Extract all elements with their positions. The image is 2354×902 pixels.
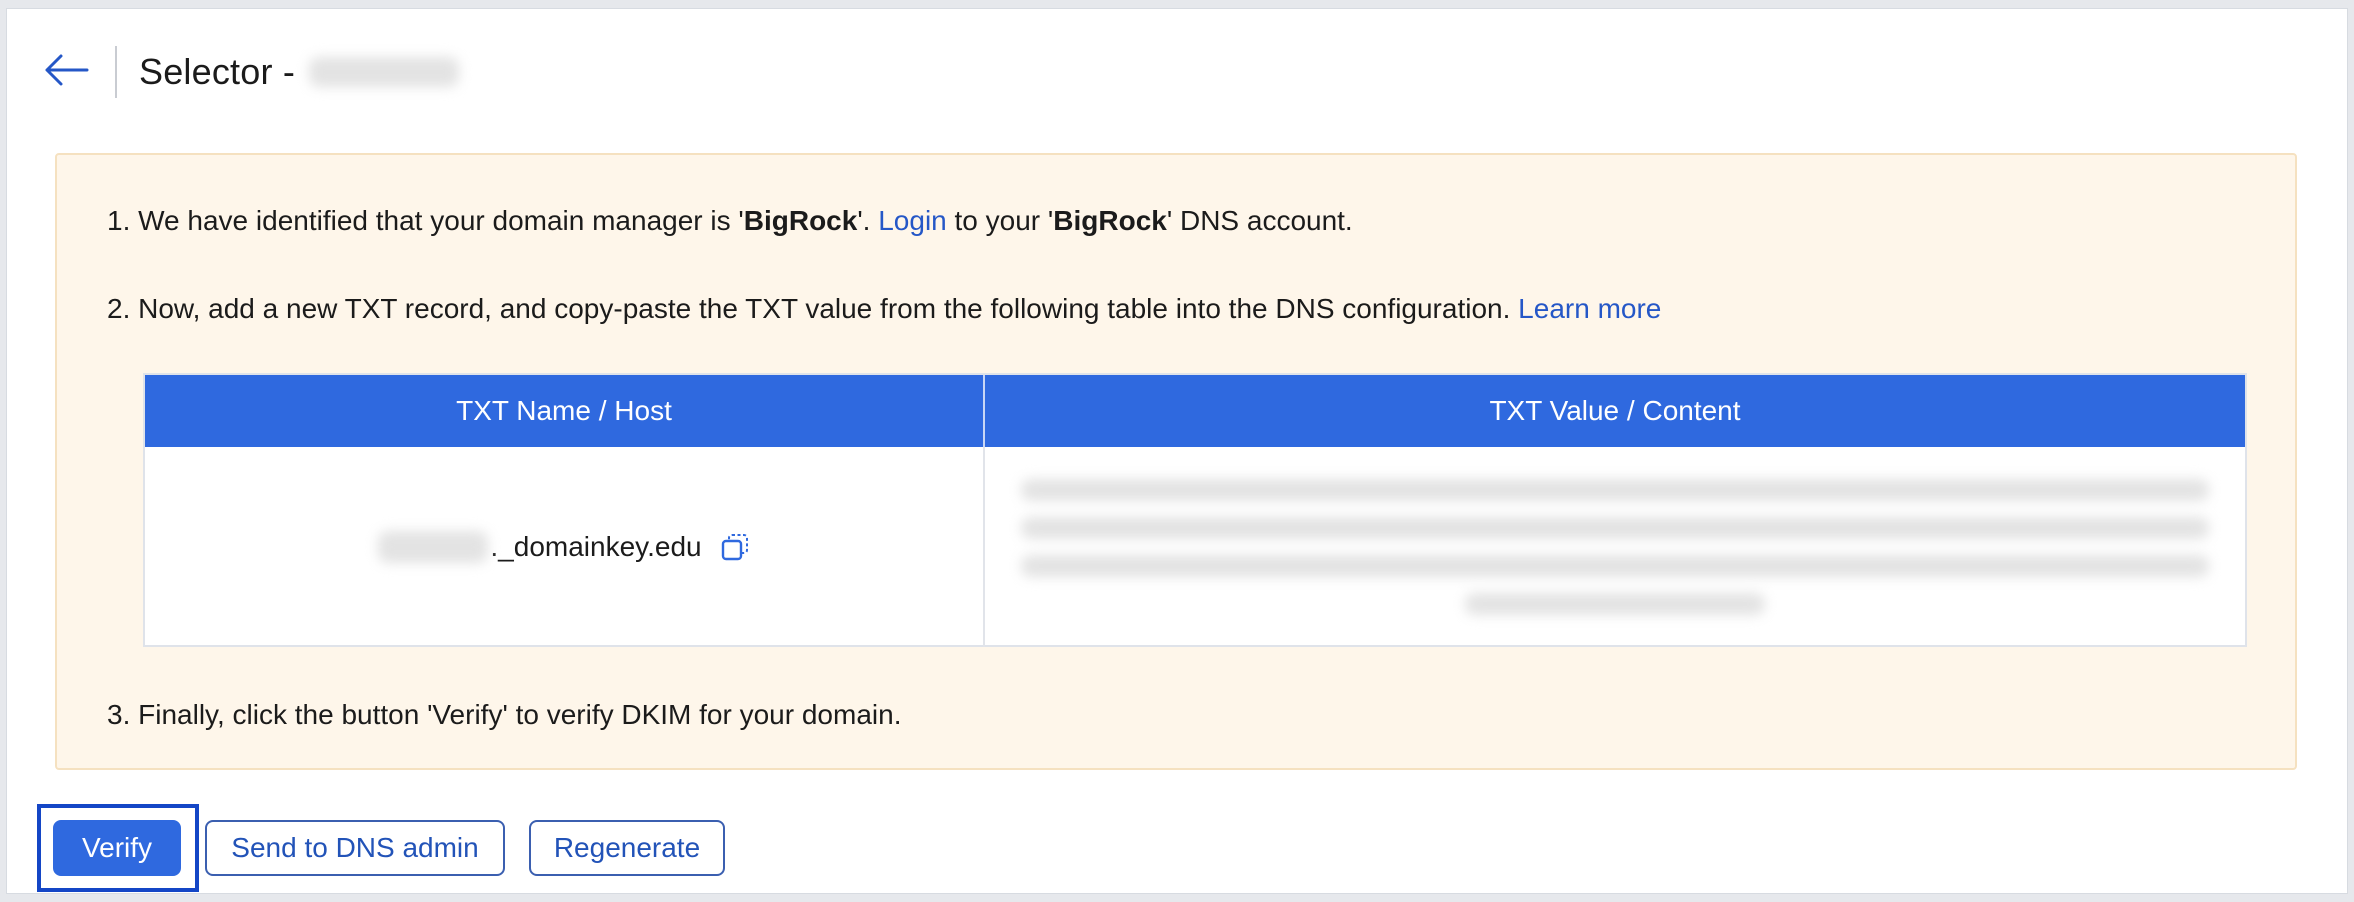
step1-suffix: ' DNS account. <box>1166 205 1353 236</box>
verify-button[interactable]: Verify <box>53 820 181 876</box>
txt-value-redacted-line <box>1021 479 2209 501</box>
dns-record-table: TXT Name / Host TXT Value / Content ._do… <box>143 373 2247 647</box>
step1-mid: '. <box>857 205 879 236</box>
dkim-selector-page: Selector - 1. We have identified that yo… <box>6 8 2348 894</box>
learn-more-link[interactable]: Learn more <box>1518 293 1661 324</box>
verify-focus-ring: Verify <box>37 804 199 892</box>
selector-name-redacted <box>309 57 460 87</box>
page-header: Selector - <box>43 39 460 105</box>
domain-manager-name: BigRock <box>743 205 858 236</box>
txt-value-redacted-line <box>1465 593 1765 615</box>
domain-manager-name-2: BigRock <box>1053 205 1167 236</box>
send-to-dns-admin-button[interactable]: Send to DNS admin <box>205 820 505 876</box>
txt-host-value: ._domainkey.edu <box>490 531 702 562</box>
column-header-txt-name: TXT Name / Host <box>145 375 985 447</box>
table-header: TXT Name / Host TXT Value / Content <box>145 375 2245 447</box>
instructions-panel: 1. We have identified that your domain m… <box>55 153 2297 770</box>
selector-prefix-redacted <box>378 531 489 563</box>
instruction-step-2: 2. Now, add a new TXT record, and copy-p… <box>107 293 1661 325</box>
table-row: ._domainkey.edu <box>145 447 2245 647</box>
step3-text: 3. Finally, click the button 'Verify' to… <box>107 699 902 730</box>
arrow-left-icon <box>43 53 89 92</box>
back-button[interactable] <box>43 39 101 105</box>
login-link[interactable]: Login <box>878 205 947 236</box>
column-header-txt-value: TXT Value / Content <box>1489 395 1741 426</box>
action-bar: Verify Send to DNS admin Regenerate <box>37 804 725 892</box>
copy-icon[interactable] <box>720 532 750 562</box>
page-title: Selector - <box>139 51 460 93</box>
page-title-text: Selector - <box>139 51 296 92</box>
instruction-step-3: 3. Finally, click the button 'Verify' to… <box>107 699 901 731</box>
step1-mid2: to your ' <box>946 205 1054 236</box>
txt-value-redacted-line <box>1021 555 2209 577</box>
header-divider <box>115 46 117 98</box>
instruction-step-1: 1. We have identified that your domain m… <box>107 205 1353 237</box>
txt-host-cell: ._domainkey.edu <box>145 447 985 647</box>
step2-text: 2. Now, add a new TXT record, and copy-p… <box>107 293 1511 324</box>
txt-value-redacted-line <box>1021 517 2209 539</box>
step1-prefix: 1. We have identified that your domain m… <box>107 205 744 236</box>
txt-value-cell <box>985 447 2245 647</box>
regenerate-button[interactable]: Regenerate <box>529 820 725 876</box>
